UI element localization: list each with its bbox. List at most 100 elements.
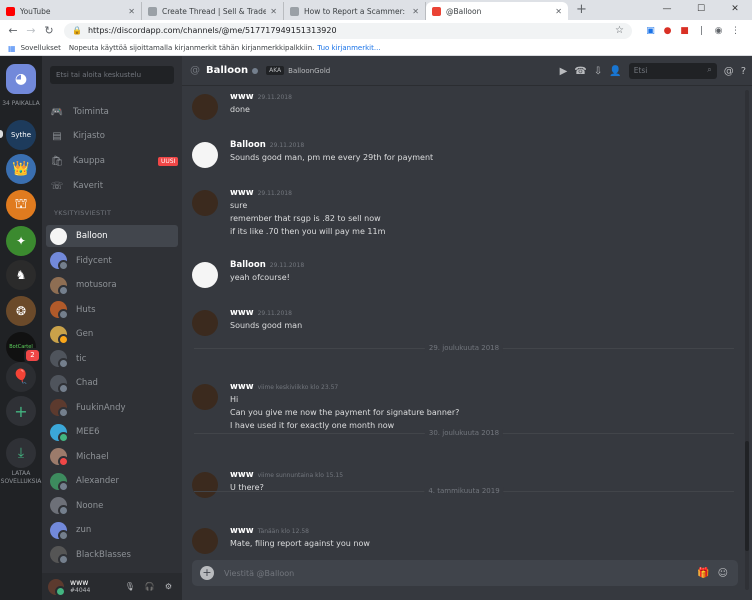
close-tab-icon[interactable]: ✕ [270, 7, 277, 16]
dm-name: Alexander [76, 476, 120, 486]
mute-mic-icon[interactable]: 🎙 [125, 582, 135, 591]
message-author[interactable]: www 29.11.2018 [230, 188, 292, 198]
dm-item[interactable]: Fidycent [46, 250, 178, 272]
add-friend-to-dm-icon[interactable]: 👤 [609, 66, 621, 77]
dm-item[interactable]: Alexander [46, 470, 178, 492]
message-author[interactable]: www 29.11.2018 [230, 92, 292, 102]
find-conversation-input[interactable]: Etsi tai aloita keskustelu [50, 66, 174, 84]
upload-plus-icon[interactable]: + [200, 566, 214, 580]
server-icon[interactable]: ❂ [6, 296, 36, 326]
dm-item[interactable]: Huts [46, 299, 178, 321]
minimize-icon[interactable]: — [650, 0, 684, 18]
dm-item[interactable]: BlackBlasses [46, 544, 178, 566]
discord-home-icon[interactable]: ◕ [6, 64, 36, 94]
emoji-icon[interactable]: ☺ [718, 568, 728, 579]
dm-item[interactable]: Gen [46, 323, 178, 345]
download-apps-icon[interactable]: ⤓ [6, 438, 36, 468]
gift-icon[interactable]: 🎁 [697, 568, 709, 579]
dm-item[interactable]: MEE6 [46, 421, 178, 443]
scrollbar-thumb[interactable] [745, 441, 749, 551]
message-avatar[interactable] [192, 384, 218, 410]
help-icon[interactable]: ? [741, 66, 746, 77]
url-field[interactable]: 🔒 https://discordapp.com/channels/@me/51… [64, 22, 632, 39]
profile-icon[interactable]: ◉ [710, 26, 727, 36]
message-author[interactable]: www viime sunnuntaina klo 15.15 [230, 470, 343, 480]
server-icon[interactable]: ♞ [6, 260, 36, 290]
forward-icon[interactable]: → [22, 24, 40, 37]
dm-item[interactable]: Balloon [46, 225, 178, 247]
extension-icon[interactable]: ● [659, 26, 676, 36]
online-count: 34 PAIKALLA [2, 100, 40, 107]
browser-tab-report-scammer[interactable]: How to Report a Scammer: Repo ✕ [284, 2, 426, 20]
message-author[interactable]: Balloon 29.11.2018 [230, 140, 304, 150]
maximize-icon[interactable]: ☐ [684, 0, 718, 18]
back-icon[interactable]: ← [4, 24, 22, 37]
message-avatar[interactable] [192, 472, 218, 498]
chat-area: @ Balloon AKA BalloonGold ▶ ☎ ⇩ 👤 Etsi ⌕… [182, 56, 752, 600]
server-icon[interactable]: 👑 [6, 154, 36, 184]
message-avatar[interactable] [192, 262, 218, 288]
extension-icon[interactable]: ■ [676, 26, 693, 36]
reload-icon[interactable]: ↻ [40, 24, 58, 37]
bookmark-star-icon[interactable]: ☆ [615, 25, 624, 36]
nav-activity[interactable]: 🎮 Toiminta [50, 102, 180, 122]
video-call-icon[interactable]: ▶ [560, 66, 568, 77]
author-name: www [230, 188, 254, 198]
menu-kebab-icon[interactable]: ⋮ [727, 26, 744, 36]
message-avatar[interactable] [192, 310, 218, 336]
add-server-icon[interactable]: + [6, 396, 36, 426]
server-sythe-icon[interactable]: Sythe [6, 120, 36, 150]
dm-item[interactable]: tic [46, 348, 178, 370]
dm-avatar [50, 497, 69, 516]
import-bookmarks-link[interactable]: Tuo kirjanmerkit... [317, 44, 380, 52]
dm-item[interactable]: Noone [46, 495, 178, 517]
voice-call-icon[interactable]: ☎ [574, 66, 586, 77]
message-timestamp: 29.11.2018 [257, 94, 292, 101]
message-avatar[interactable] [192, 528, 218, 554]
message-author[interactable]: www Tänään klo 12.58 [230, 526, 309, 536]
apps-link[interactable]: Sovellukset [21, 44, 61, 52]
dm-avatar [50, 276, 69, 296]
chat-search-input[interactable]: Etsi ⌕ [628, 63, 717, 79]
nav-friends[interactable]: ☏ Kaverit [50, 176, 180, 196]
mentions-icon[interactable]: @ [724, 66, 734, 77]
message-composer[interactable]: + Viestitä @Balloon 🎁 ☺ [192, 560, 738, 586]
nav-library[interactable]: ▤ Kirjasto [50, 126, 180, 146]
server-icon[interactable]: ⛫ [6, 190, 36, 220]
browser-tab-youtube[interactable]: YouTube ✕ [0, 2, 142, 20]
browser-tab-balloon[interactable]: @Balloon ✕ [426, 2, 568, 20]
pinned-messages-icon[interactable]: ⇩ [594, 66, 602, 77]
dm-item[interactable]: FuukinAndy [46, 397, 178, 419]
new-tab-button[interactable]: + [568, 2, 595, 20]
message-author[interactable]: www viime keskiviikko klo 23.57 [230, 382, 338, 392]
message-avatar[interactable] [192, 94, 218, 120]
close-tab-icon[interactable]: ✕ [555, 7, 562, 16]
dm-name: Michael [76, 451, 109, 462]
server-icon[interactable]: ✦ [6, 226, 36, 256]
user-avatar[interactable] [48, 578, 66, 597]
tab-title: YouTube [20, 6, 51, 16]
close-window-icon[interactable]: ✕ [718, 0, 752, 18]
nav-store[interactable]: 🛍 Kauppa UUSI [50, 151, 180, 171]
extension-icon[interactable]: ▣ [642, 26, 659, 36]
message-timestamp: 29.11.2018 [269, 262, 305, 269]
dm-item[interactable]: Chad [46, 372, 178, 394]
message-avatar[interactable] [192, 190, 218, 216]
status-indicator [58, 260, 69, 271]
dm-item[interactable]: zun [46, 519, 178, 541]
browser-tab-create-thread[interactable]: Create Thread | Sell & Trade Gam ✕ [142, 2, 284, 20]
message-timestamp: 29.11.2018 [269, 142, 305, 149]
extension-icon[interactable]: | [693, 26, 710, 36]
dm-item[interactable]: Michael [46, 446, 178, 468]
message-author[interactable]: www 29.11.2018 [230, 308, 292, 318]
dm-item[interactable]: motusora [46, 274, 178, 296]
apps-grid-icon[interactable]: ▦ [8, 44, 16, 53]
message-list: www 29.11.2018 done Balloon 29.11.2018 Sounds… [182, 86, 742, 556]
message-avatar[interactable] [192, 142, 218, 168]
user-settings-gear-icon[interactable]: ⚙ [165, 582, 172, 591]
message-author[interactable]: Balloon 29.11.2018 [230, 260, 304, 270]
server-icon[interactable]: 🎈 [6, 362, 36, 392]
close-tab-icon[interactable]: ✕ [412, 7, 419, 16]
deafen-headphones-icon[interactable]: 🎧 [145, 582, 155, 591]
close-tab-icon[interactable]: ✕ [128, 7, 135, 16]
